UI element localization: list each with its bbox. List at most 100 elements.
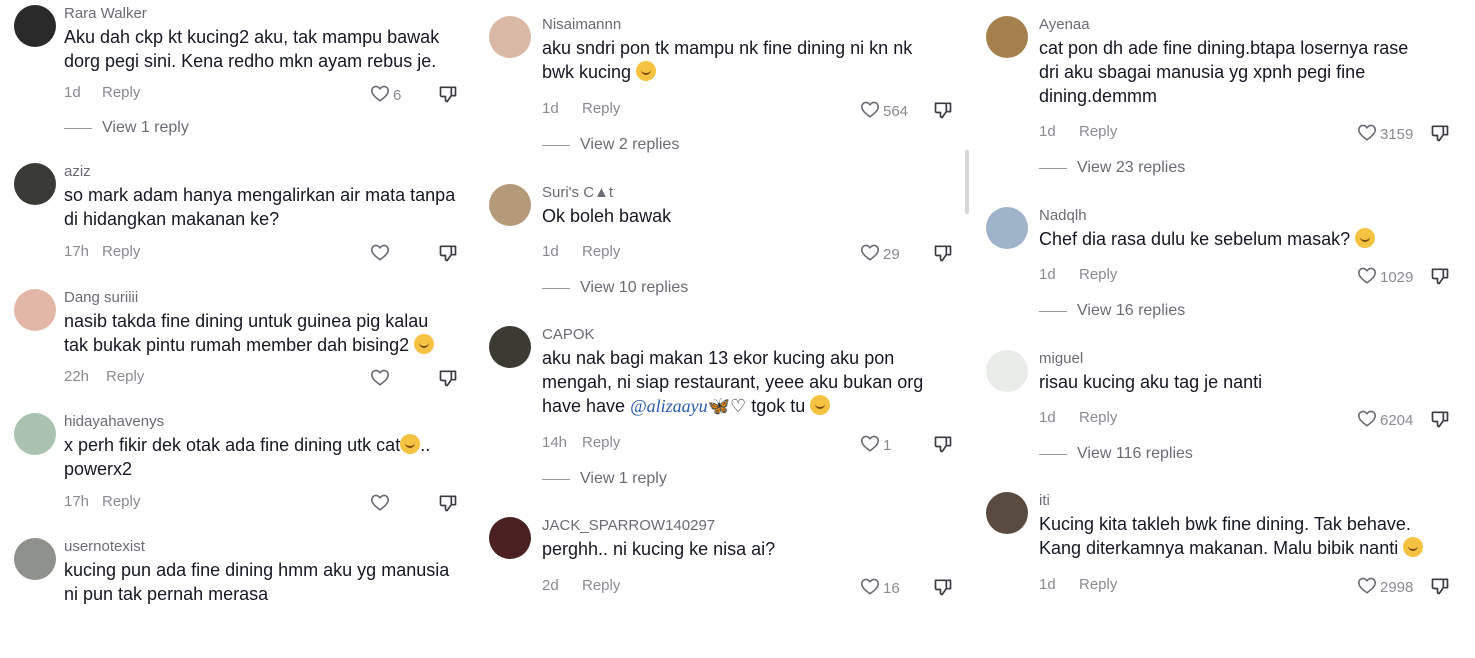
dislike-button[interactable] <box>438 243 458 267</box>
like-button[interactable]: 6204 <box>1357 409 1413 431</box>
user-avatar[interactable] <box>489 16 531 58</box>
like-button[interactable] <box>370 493 393 515</box>
comment-username[interactable]: Suri's C▲t <box>542 184 613 201</box>
comment-actions: 1d Reply 3159 <box>1039 123 1460 145</box>
dislike-button[interactable] <box>933 243 953 267</box>
comment-text: aku sndri pon tk mampu nk fine dining ni… <box>542 36 912 84</box>
divider-line <box>1039 453 1067 455</box>
thumbs-down-outline-icon <box>1430 268 1450 290</box>
comment-item: Nisaimannn aku sndri pon tk mampu nk fine… <box>475 16 975 153</box>
reply-button[interactable]: Reply <box>582 577 620 594</box>
dislike-button[interactable] <box>438 368 458 392</box>
dislike-button[interactable] <box>1430 409 1450 433</box>
like-button[interactable]: 3159 <box>1357 123 1413 145</box>
thumbs-down-outline-icon <box>438 495 458 517</box>
reply-button[interactable]: Reply <box>102 493 140 510</box>
like-count: 29 <box>883 245 900 263</box>
view-replies-button[interactable]: View 23 replies <box>1039 159 1185 177</box>
comment-timestamp: 1d <box>1039 409 1056 426</box>
comment-username[interactable]: Dang suriiii <box>64 289 138 306</box>
like-button[interactable]: 16 <box>860 577 900 599</box>
comment-text: cat pon dh ade fine dining.btapa loserny… <box>1039 36 1408 108</box>
view-replies-button[interactable]: View 1 reply <box>64 119 189 137</box>
divider-line <box>64 127 92 129</box>
reply-button[interactable]: Reply <box>582 434 620 451</box>
comment-username[interactable]: hidayahavenys <box>64 413 164 430</box>
reply-button[interactable]: Reply <box>582 243 620 260</box>
scrollbar[interactable] <box>965 150 969 214</box>
like-button[interactable]: 1 <box>860 434 891 456</box>
like-button[interactable]: 1029 <box>1357 266 1413 288</box>
comment-text: kucing pun ada fine dining hmm aku yg ma… <box>64 558 449 606</box>
dislike-button[interactable] <box>933 434 953 458</box>
dislike-button[interactable] <box>933 100 953 124</box>
thumbs-down-outline-icon <box>438 245 458 267</box>
comment-username[interactable]: CAPOK <box>542 326 595 343</box>
user-avatar[interactable] <box>489 184 531 226</box>
reply-button[interactable]: Reply <box>1079 123 1117 140</box>
comment-username[interactable]: JACK_SPARROW140297 <box>542 517 715 534</box>
mention-link[interactable]: @alizaayu <box>630 396 708 416</box>
comment-username[interactable]: Nisaimannn <box>542 16 621 33</box>
comment-username[interactable]: aziz <box>64 163 91 180</box>
view-replies-button[interactable]: View 1 reply <box>542 470 667 488</box>
comment-item: hidayahavenys x perh fikir dek otak ada f… <box>0 413 470 533</box>
comment-column-1: Rara Walker Aku dah ckp kt kucing2 aku, t… <box>0 0 470 612</box>
comment-item: Dang suriiii nasib takda fine dining untu… <box>0 289 470 409</box>
user-avatar[interactable] <box>14 413 56 455</box>
reply-button[interactable]: Reply <box>106 368 144 385</box>
view-replies-button[interactable]: View 16 replies <box>1039 302 1185 320</box>
comment-username[interactable]: Rara Walker <box>64 5 147 22</box>
user-avatar[interactable] <box>489 326 531 368</box>
comment-timestamp: 17h <box>64 243 90 260</box>
dislike-button[interactable] <box>933 577 953 601</box>
reply-button[interactable]: Reply <box>1079 576 1117 593</box>
user-avatar[interactable] <box>14 289 56 331</box>
user-avatar[interactable] <box>986 207 1028 249</box>
thumbs-down-outline-icon <box>1430 578 1450 600</box>
user-avatar[interactable] <box>14 163 56 205</box>
like-button[interactable] <box>370 368 393 390</box>
dislike-button[interactable] <box>1430 576 1450 600</box>
pensive-emoji <box>1403 537 1424 557</box>
reply-button[interactable]: Reply <box>582 100 620 117</box>
reply-button[interactable]: Reply <box>102 243 140 260</box>
view-replies-button[interactable]: View 116 replies <box>1039 445 1193 463</box>
comment-text: Kucing kita takleh bwk fine dining. Tak … <box>1039 512 1424 560</box>
dislike-button[interactable] <box>438 493 458 517</box>
thumbs-down-outline-icon <box>933 102 953 124</box>
like-button[interactable]: 564 <box>860 100 908 122</box>
dislike-button[interactable] <box>1430 266 1450 290</box>
heart-outline-icon <box>860 243 880 265</box>
comment-username[interactable]: usernotexist <box>64 538 145 555</box>
comment-username[interactable]: Nadqlh <box>1039 207 1087 224</box>
like-button[interactable]: 29 <box>860 243 900 265</box>
comment-text: Aku dah ckp kt kucing2 aku, tak mampu ba… <box>64 25 439 73</box>
divider-line <box>542 144 570 146</box>
reply-button[interactable]: Reply <box>1079 266 1117 283</box>
comment-actions: 17h Reply <box>64 243 468 265</box>
user-avatar[interactable] <box>986 350 1028 392</box>
user-avatar[interactable] <box>14 5 56 47</box>
view-replies-button[interactable]: View 2 replies <box>542 136 679 154</box>
user-avatar[interactable] <box>986 16 1028 58</box>
comment-actions: 1d Reply 6204 <box>1039 409 1460 431</box>
user-avatar[interactable] <box>14 538 56 580</box>
like-button[interactable]: 2998 <box>1357 576 1413 598</box>
comment-username[interactable]: miguel <box>1039 350 1083 367</box>
dislike-button[interactable] <box>1430 123 1450 147</box>
reply-button[interactable]: Reply <box>102 84 140 101</box>
comment-actions: 22h Reply <box>64 368 468 390</box>
like-button[interactable] <box>370 243 393 265</box>
dislike-button[interactable] <box>438 84 458 108</box>
heart-outline-icon <box>370 368 390 390</box>
like-button[interactable]: 6 <box>370 84 401 106</box>
comment-username[interactable]: Ayenaa <box>1039 16 1090 33</box>
reply-button[interactable]: Reply <box>1079 409 1117 426</box>
comment-text-body: Ok boleh bawak <box>542 206 672 226</box>
comment-text: Ok boleh bawak <box>542 204 671 228</box>
comment-username[interactable]: iti <box>1039 492 1050 509</box>
user-avatar[interactable] <box>489 517 531 559</box>
view-replies-button[interactable]: View 10 replies <box>542 279 688 297</box>
user-avatar[interactable] <box>986 492 1028 534</box>
